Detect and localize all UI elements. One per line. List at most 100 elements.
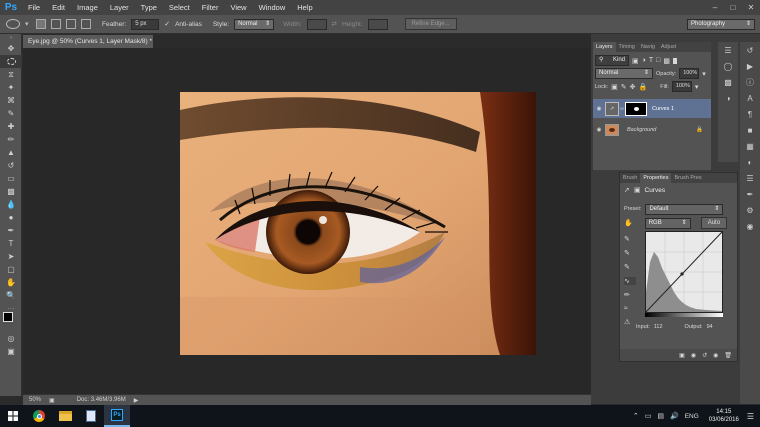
black-point-eyedropper-icon[interactable]: ✎ bbox=[624, 235, 636, 243]
language-indicator[interactable]: ENG bbox=[685, 413, 699, 420]
layer-row-background[interactable]: ◉ Background 🔒 bbox=[593, 120, 711, 139]
antialias-checkbox[interactable]: ✓ bbox=[164, 20, 170, 28]
target-adjust-icon[interactable]: ✋ bbox=[624, 219, 633, 227]
layers-panel-icon[interactable]: ☰ bbox=[718, 42, 738, 58]
tab-brush[interactable]: Brush bbox=[620, 173, 640, 183]
visibility-eye-icon[interactable]: ◉ bbox=[593, 127, 605, 133]
quick-mask-icon[interactable]: ◎ bbox=[0, 332, 22, 345]
output-value[interactable]: 94 bbox=[707, 324, 713, 330]
close-icon[interactable]: ✕ bbox=[742, 0, 760, 15]
auto-button[interactable]: Auto bbox=[700, 217, 728, 229]
healing-brush-tool-icon[interactable]: ✚ bbox=[0, 120, 22, 133]
filter-pixel-icon[interactable]: ▣ bbox=[632, 57, 639, 65]
masks-icon[interactable]: ◉ bbox=[740, 218, 760, 234]
clock[interactable]: 14:15 03/06/2016 bbox=[709, 408, 739, 424]
photoshop-taskbar-icon[interactable]: Ps bbox=[104, 405, 130, 427]
tab-layers[interactable]: Layers bbox=[593, 42, 616, 52]
mask-icon[interactable]: ▣ bbox=[634, 186, 641, 194]
delete-icon[interactable]: 🗑 bbox=[724, 352, 732, 359]
tray-chevron-icon[interactable]: ⌃ bbox=[633, 412, 639, 420]
menu-help[interactable]: Help bbox=[291, 0, 318, 15]
paragraph-icon[interactable]: ¶ bbox=[740, 106, 760, 122]
width-input[interactable] bbox=[306, 18, 327, 30]
view-previous-icon[interactable]: ◉ bbox=[691, 352, 696, 359]
fill-input[interactable]: 100% bbox=[671, 81, 692, 92]
layer-name[interactable]: Curves 1 bbox=[652, 106, 674, 112]
channel-select[interactable]: RGB ⇕ bbox=[644, 217, 691, 229]
curves-graph[interactable] bbox=[645, 231, 723, 313]
clip-to-layer-icon[interactable]: ▣ bbox=[679, 352, 685, 359]
preset-select[interactable]: Default ⇕ bbox=[645, 203, 724, 215]
menu-edit[interactable]: Edit bbox=[46, 0, 71, 15]
move-tool-icon[interactable]: ✥ bbox=[0, 42, 22, 55]
filter-adjustment-icon[interactable]: ◑ bbox=[642, 57, 646, 64]
layer-mask-thumbnail[interactable] bbox=[625, 101, 647, 116]
properties-icon[interactable]: ⚙ bbox=[740, 202, 760, 218]
filter-toggle-icon[interactable] bbox=[673, 57, 677, 64]
lasso-tool-icon[interactable]: ⧖ bbox=[0, 68, 22, 81]
zoom-tool-icon[interactable]: 🔍 bbox=[0, 289, 22, 302]
history-brush-tool-icon[interactable]: ↺ bbox=[0, 159, 22, 172]
foreground-color-swatch[interactable] bbox=[3, 312, 13, 322]
minimize-icon[interactable]: – bbox=[706, 0, 724, 15]
swatches-icon[interactable]: ▦ bbox=[740, 138, 760, 154]
intersect-selection-icon[interactable] bbox=[81, 19, 91, 29]
hand-tool-icon[interactable]: ✋ bbox=[0, 276, 22, 289]
filter-shape-icon[interactable]: □ bbox=[656, 57, 660, 64]
blur-tool-icon[interactable]: 💧 bbox=[0, 198, 22, 211]
menu-window[interactable]: Window bbox=[253, 0, 292, 15]
lock-all-icon[interactable]: 🔒 bbox=[639, 83, 648, 91]
workspace-select[interactable]: Photography ⇕ bbox=[687, 18, 755, 30]
subtract-selection-icon[interactable] bbox=[66, 19, 76, 29]
type-tool-icon[interactable]: T bbox=[0, 237, 22, 250]
status-arrow-icon[interactable]: ▶ bbox=[134, 397, 139, 404]
notifications-icon[interactable]: ☰ bbox=[747, 412, 754, 421]
feather-input[interactable]: 5 px bbox=[131, 18, 160, 30]
screen-mode-icon[interactable]: ▣ bbox=[0, 345, 22, 358]
layer-filter-select[interactable]: ⚲ Kind bbox=[595, 55, 629, 66]
height-input[interactable] bbox=[367, 18, 388, 30]
brush-tool-icon[interactable]: ✏ bbox=[0, 133, 22, 146]
menu-image[interactable]: Image bbox=[71, 0, 104, 15]
swap-dimensions-icon[interactable]: ⇄ bbox=[332, 20, 337, 28]
path-selection-tool-icon[interactable]: ➤ bbox=[0, 250, 22, 263]
filter-type-icon[interactable]: T bbox=[649, 57, 653, 64]
opacity-input[interactable]: 100% bbox=[679, 68, 700, 79]
chrome-icon[interactable] bbox=[26, 405, 52, 427]
windows-start-icon[interactable] bbox=[0, 405, 26, 427]
network-icon[interactable]: ▤ bbox=[657, 412, 664, 420]
tab-timing[interactable]: Timing bbox=[616, 42, 638, 52]
marquee-tool-icon[interactable] bbox=[0, 55, 22, 68]
document-tab[interactable]: Eye.jpg @ 50% (Curves 1, Layer Mask/8) * bbox=[23, 35, 153, 48]
white-point-eyedropper-icon[interactable]: ✎ bbox=[624, 263, 636, 271]
volume-icon[interactable]: 🔊 bbox=[670, 412, 679, 420]
toggle-visibility-icon[interactable]: ◉ bbox=[713, 352, 718, 359]
layer-row-curves[interactable]: ◉ ➚ ∞ Curves 1 bbox=[593, 99, 711, 118]
smooth-curve-icon[interactable]: ≈ bbox=[624, 305, 636, 312]
menu-view[interactable]: View bbox=[224, 0, 252, 15]
timing-panel-icon[interactable]: ◯ bbox=[718, 58, 738, 74]
menu-select[interactable]: Select bbox=[163, 0, 196, 15]
actions-icon[interactable]: ▶ bbox=[740, 58, 760, 74]
pencil-curve-icon[interactable]: ✏ bbox=[624, 291, 636, 299]
eraser-tool-icon[interactable]: ▭ bbox=[0, 172, 22, 185]
panel-collapse-icon[interactable]: » bbox=[0, 34, 22, 42]
notepad-icon[interactable] bbox=[78, 405, 104, 427]
battery-icon[interactable]: ▭ bbox=[645, 412, 652, 420]
zoom-level[interactable]: 50% bbox=[29, 397, 41, 403]
lock-image-icon[interactable]: ✎ bbox=[621, 83, 627, 91]
tab-navigator[interactable]: Navig bbox=[638, 42, 658, 52]
quick-selection-tool-icon[interactable]: ✦ bbox=[0, 81, 22, 94]
history-icon[interactable]: ↺ bbox=[740, 42, 760, 58]
gradient-tool-icon[interactable]: ▩ bbox=[0, 185, 22, 198]
doc-size[interactable]: Doc: 3.46M/3.96M bbox=[77, 397, 126, 403]
crop-tool-icon[interactable]: ⌘ bbox=[0, 94, 22, 107]
file-explorer-icon[interactable] bbox=[52, 405, 78, 427]
paths-icon[interactable]: ✒ bbox=[740, 186, 760, 202]
gray-point-eyedropper-icon[interactable]: ✎ bbox=[624, 249, 636, 257]
input-value[interactable]: 112 bbox=[654, 324, 663, 330]
color-icon[interactable]: ◐ bbox=[740, 154, 760, 170]
pen-tool-icon[interactable]: ✒ bbox=[0, 224, 22, 237]
clone-stamp-tool-icon[interactable]: ▲ bbox=[0, 146, 22, 159]
elliptical-marquee-icon[interactable] bbox=[6, 19, 20, 29]
